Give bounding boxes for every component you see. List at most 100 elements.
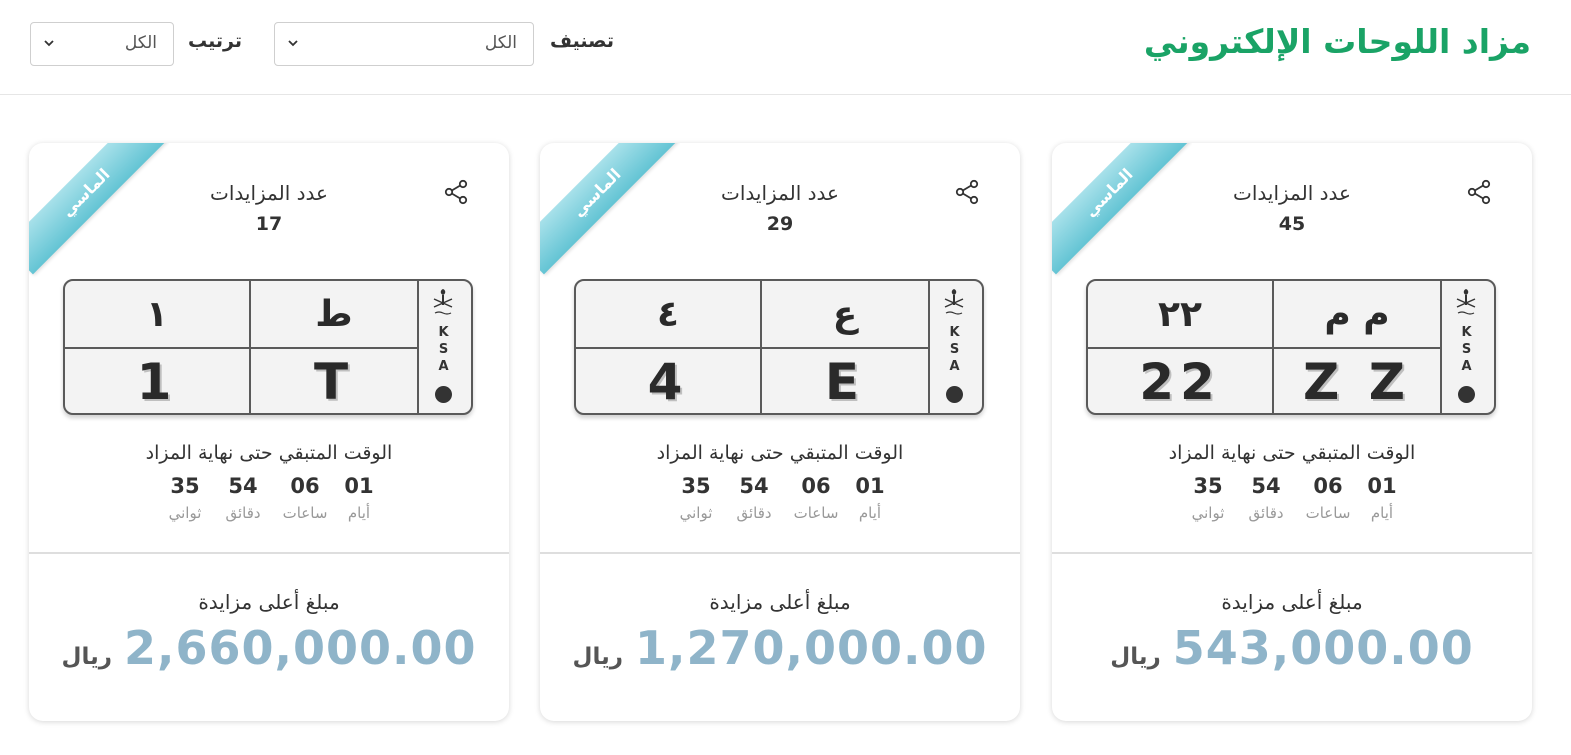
countdown-unit-label: ساعات [1305, 504, 1351, 522]
highest-bid-amount: 2,660,000.00 [123, 621, 477, 675]
countdown-unit-label: أيام [1370, 504, 1394, 522]
bids-label: عدد المزايدات [1233, 181, 1351, 205]
bids-count: 17 [255, 213, 283, 235]
category-select[interactable]: الكل [274, 22, 534, 66]
countdown-days: 01 أيام [329, 474, 389, 522]
ribbon-label: الماسي [540, 143, 679, 275]
countdown-minutes: 54 دقائق [724, 474, 784, 522]
sort-select[interactable]: الكل [30, 22, 174, 66]
plate-arabic-numbers: ١ [146, 293, 168, 335]
plate-arabic-letters: ط [315, 293, 353, 335]
time-remaining-label: الوقت المتبقي حتى نهاية المزاد [656, 442, 904, 464]
sort-select-value: الكل [124, 33, 157, 53]
currency-label: ريال [572, 644, 623, 670]
bids-count: 45 [1278, 213, 1306, 235]
plate-arabic-letters: م م [1324, 293, 1390, 335]
countdown-unit-label: ثواني [168, 504, 202, 522]
plate-english-numbers: 4 [647, 353, 689, 411]
plate-english-numbers: 1 [136, 353, 178, 411]
countdown-days: 01 أيام [840, 474, 900, 522]
highest-bid-amount: 1,270,000.00 [634, 621, 988, 675]
countdown-value: 35 [170, 474, 200, 498]
plate-dot [1458, 386, 1475, 403]
plate-ksa-letter: S [438, 342, 449, 357]
ribbon-label: الماسي [1052, 143, 1191, 275]
plate-dot [435, 386, 452, 403]
countdown-hours: 06 ساعات [1298, 474, 1358, 522]
plate-ksa-letter: K [949, 325, 960, 340]
plate-divider [576, 347, 928, 349]
saudi-emblem-icon [944, 289, 964, 315]
page-header: مزاد اللوحات الإلكتروني تصنيف الكل ترتيب… [0, 0, 1571, 95]
bids-label: عدد المزايدات [210, 181, 328, 205]
countdown-minutes: 54 دقائق [213, 474, 273, 522]
countdown-value: 35 [681, 474, 711, 498]
license-plate: ١ ط 1 T K S A [63, 279, 473, 415]
countdown-hours: 06 ساعات [275, 474, 335, 522]
plate-ksa-letter: S [1461, 342, 1472, 357]
currency-label: ريال [61, 644, 112, 670]
page-title: مزاد اللوحات الإلكتروني [1143, 22, 1531, 61]
countdown-seconds: 35 ثواني [1178, 474, 1238, 522]
highest-bid-label: مبلغ أعلى مزايدة [198, 590, 340, 614]
countdown-unit-label: أيام [858, 504, 882, 522]
bids-count: 29 [766, 213, 794, 235]
countdown-value: 54 [1251, 474, 1281, 498]
category-select-value: الكل [484, 33, 517, 53]
plate-arabic-letters: ع [832, 293, 858, 335]
countdown-hours: 06 ساعات [786, 474, 846, 522]
countdown-unit-label: ثواني [679, 504, 713, 522]
ribbon-label: الماسي [29, 143, 168, 275]
plate-ksa-letter: S [949, 342, 960, 357]
plate-divider [1088, 347, 1440, 349]
auction-card[interactable]: الماسي عدد المزايدات 29 ٤ ع 4 E K S A ال… [540, 143, 1020, 721]
saudi-emblem-icon [1456, 289, 1476, 315]
highest-bid-label: مبلغ أعلى مزايدة [1221, 590, 1363, 614]
countdown-value: 06 [290, 474, 320, 498]
plate-dot [946, 386, 963, 403]
card-divider [540, 552, 1020, 554]
countdown-seconds: 35 ثواني [155, 474, 215, 522]
card-divider [1052, 552, 1532, 554]
countdown-unit-label: ساعات [793, 504, 839, 522]
highest-bid-label: مبلغ أعلى مزايدة [709, 590, 851, 614]
auction-card[interactable]: الماسي عدد المزايدات 17 ١ ط 1 T K S A ال… [29, 143, 509, 721]
plate-ksa-letter: K [438, 325, 449, 340]
countdown-unit-label: دقائق [1248, 504, 1284, 522]
time-remaining-label: الوقت المتبقي حتى نهاية المزاد [1168, 442, 1416, 464]
bids-label: عدد المزايدات [721, 181, 839, 205]
chevron-down-icon [288, 40, 298, 47]
saudi-emblem-icon [433, 289, 453, 315]
countdown-unit-label: ساعات [282, 504, 328, 522]
plate-ksa-letter: A [949, 359, 960, 374]
plate-ksa-strip: K S A [416, 281, 471, 413]
countdown-value: 54 [739, 474, 769, 498]
plate-ksa-letter: A [1461, 359, 1472, 374]
plate-english-letters: T [313, 353, 355, 411]
currency-label: ريال [1110, 644, 1161, 670]
countdown-unit-label: ثواني [1191, 504, 1225, 522]
auction-card[interactable]: الماسي عدد المزايدات 45 ٢٢ م م 22 Z Z K … [1052, 143, 1532, 721]
plate-ksa-letter: A [438, 359, 449, 374]
countdown-value: 06 [1313, 474, 1343, 498]
plate-english-letters: Z Z [1303, 353, 1411, 411]
category-label: تصنيف [550, 30, 614, 52]
countdown-days: 01 أيام [1352, 474, 1412, 522]
countdown-value: 01 [344, 474, 374, 498]
plate-ksa-strip: K S A [927, 281, 982, 413]
highest-bid: ريال 543,000.00 [1052, 621, 1532, 675]
plate-ksa-letter: K [1461, 325, 1472, 340]
countdown-value: 54 [228, 474, 258, 498]
license-plate: ٤ ع 4 E K S A [574, 279, 984, 415]
plate-arabic-numbers: ٤ [657, 293, 679, 335]
countdown-unit-label: دقائق [225, 504, 261, 522]
countdown-value: 01 [1367, 474, 1397, 498]
sort-label: ترتيب [188, 30, 242, 52]
license-plate: ٢٢ م م 22 Z Z K S A [1086, 279, 1496, 415]
countdown-value: 01 [855, 474, 885, 498]
plate-english-numbers: 22 [1139, 353, 1221, 411]
countdown-seconds: 35 ثواني [666, 474, 726, 522]
countdown-minutes: 54 دقائق [1236, 474, 1296, 522]
countdown-value: 06 [801, 474, 831, 498]
plate-ksa-strip: K S A [1439, 281, 1494, 413]
